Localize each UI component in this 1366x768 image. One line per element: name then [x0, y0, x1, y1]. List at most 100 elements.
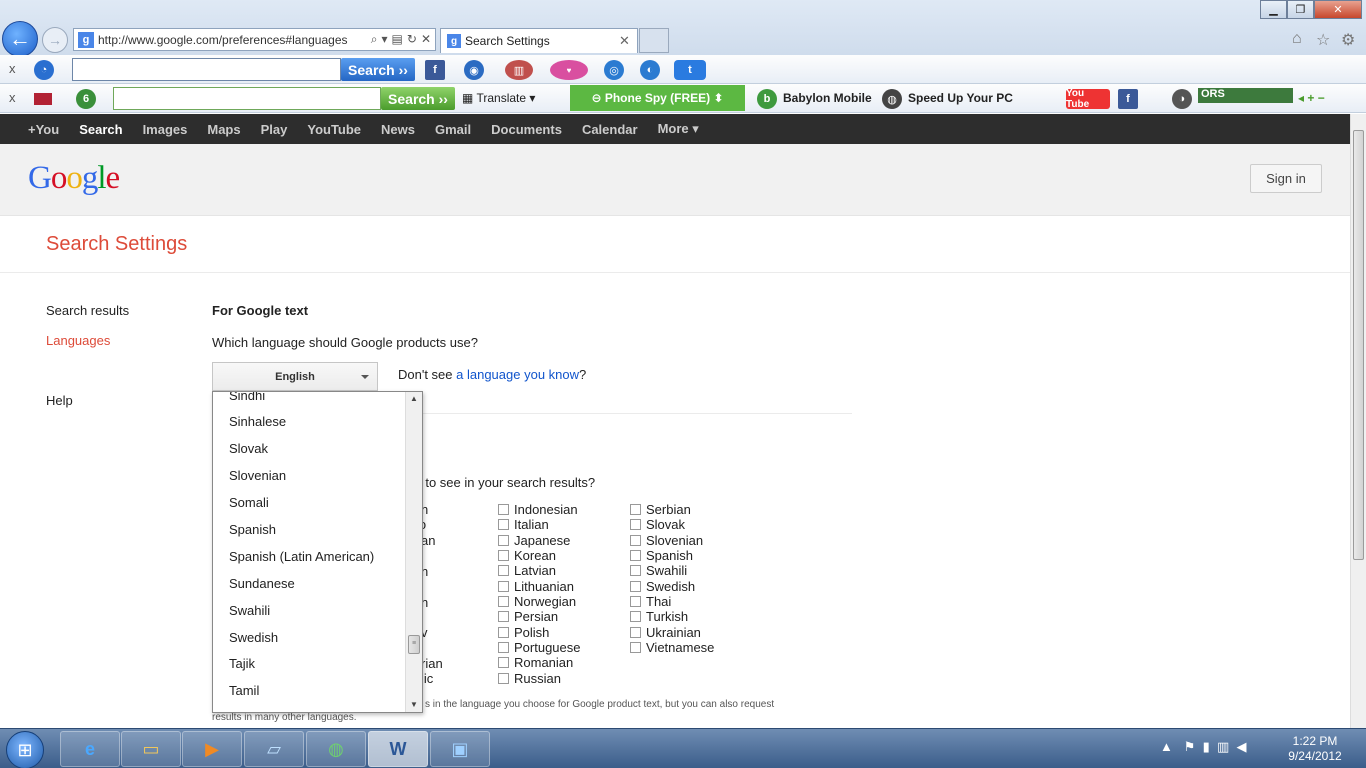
new-tab-button[interactable] [639, 28, 669, 53]
language-dropdown-list[interactable]: Sindhi Sinhalese Slovak Slovenian Somali… [212, 391, 423, 713]
dropdown-option[interactable]: Sindhi [229, 392, 265, 403]
facebook-icon[interactable]: f [425, 60, 445, 80]
leaf-logo-icon[interactable]: 6 [76, 89, 96, 109]
google-logo[interactable]: Google [28, 160, 120, 197]
babylon-mobile-icon[interactable]: b [757, 89, 777, 109]
dropdown-option[interactable]: Spanish [229, 522, 276, 537]
gbar-item-search[interactable]: Search [79, 122, 122, 137]
action-center-flag-icon[interactable]: ⚑ [1184, 739, 1196, 754]
nav-search-results[interactable]: Search results [46, 303, 129, 318]
tab-search-settings[interactable]: g Search Settings ✕ [440, 28, 638, 53]
gbar-item-news[interactable]: News [381, 122, 415, 137]
checkbox[interactable] [498, 611, 509, 622]
gbar-item-plus-you[interactable]: +You [28, 122, 59, 137]
home-icon[interactable]: ⌂ [1292, 30, 1302, 48]
checkbox-spanish[interactable]: Spanish [630, 548, 693, 563]
nav-languages[interactable]: Languages [46, 333, 110, 348]
twitter-youtube-icon[interactable]: t [674, 60, 706, 80]
toolbar-search-input[interactable] [72, 58, 341, 81]
toolbar2-search-button[interactable]: Search ›› [381, 87, 455, 110]
checkbox-portuguese[interactable]: Portuguese [498, 640, 581, 655]
taskbar-internet-explorer[interactable]: e [60, 731, 120, 767]
checkbox-thai[interactable]: Thai [630, 594, 671, 609]
gbar-item-maps[interactable]: Maps [207, 122, 240, 137]
checkbox[interactable] [630, 642, 641, 653]
checkbox[interactable] [630, 611, 641, 622]
taskbar-notepad[interactable]: ▱ [244, 731, 304, 767]
checkbox-serbian[interactable]: Serbian [630, 502, 691, 517]
speedometer-icon[interactable]: ◍ [882, 89, 902, 109]
sign-in-button[interactable]: Sign in [1250, 164, 1322, 193]
checkbox-swedish[interactable]: Swedish [630, 579, 695, 594]
checkbox[interactable] [630, 504, 641, 515]
babylon-mobile-link[interactable]: Babylon Mobile [783, 91, 872, 105]
gbar-item-youtube[interactable]: YouTube [307, 122, 361, 137]
refresh-circle-icon[interactable]: ◐ [640, 60, 660, 80]
checkbox-vietnamese[interactable]: Vietnamese [630, 640, 714, 655]
address-bar[interactable]: g http://www.google.com/preferences#lang… [73, 28, 436, 51]
start-button[interactable]: ⊞ [6, 731, 44, 768]
checkbox-persian[interactable]: Persian [498, 609, 558, 624]
taskbar-file-explorer[interactable]: ▭ [121, 731, 181, 767]
dropdown-scrollbar[interactable]: ▲ ≡ ▼ [405, 392, 422, 712]
back-button[interactable]: ← [2, 21, 38, 57]
checkbox[interactable] [630, 596, 641, 607]
language-you-know-link[interactable]: a language you know [456, 367, 579, 382]
checkbox[interactable] [498, 627, 509, 638]
language-select[interactable]: English [212, 362, 378, 391]
gbar-item-images[interactable]: Images [143, 122, 188, 137]
babylon-logo-icon[interactable]: ◔ [34, 60, 54, 80]
checkbox-korean[interactable]: Korean [498, 548, 556, 563]
taskbar-media-player[interactable]: ▶ [182, 731, 242, 767]
taskbar-word[interactable]: W [368, 731, 428, 767]
checkbox[interactable] [630, 581, 641, 592]
checkbox-italian[interactable]: Italian [498, 517, 549, 532]
globe-icon[interactable]: ◎ [604, 60, 624, 80]
scroll-up-icon[interactable]: ▲ [410, 394, 418, 403]
taskbar-clock[interactable]: 1:22 PM 9/24/2012 [1280, 734, 1350, 764]
toolbar2-search-input[interactable] [113, 87, 381, 110]
speed-up-pc-link[interactable]: Speed Up Your PC [908, 91, 1013, 105]
dropdown-option[interactable]: Swahili [229, 603, 270, 618]
checkbox[interactable] [630, 550, 641, 561]
minimize-button[interactable]: ▁ [1260, 0, 1287, 19]
dropdown-option[interactable]: Tamil [229, 683, 259, 698]
dropdown-option[interactable]: Swedish [229, 630, 278, 645]
dropdown-option[interactable]: Slovenian [229, 468, 286, 483]
checkbox[interactable] [498, 673, 509, 684]
checkbox[interactable] [498, 596, 509, 607]
facebook-icon[interactable]: f [1118, 89, 1138, 109]
checkbox[interactable] [498, 642, 509, 653]
forward-button[interactable]: → [42, 27, 68, 53]
lock-icon[interactable]: ◉ [464, 60, 484, 80]
taskbar-globe-app[interactable]: ◍ [306, 731, 366, 767]
checkbox-lithuanian[interactable]: Lithuanian [498, 579, 574, 594]
favorites-star-icon[interactable]: ☆ [1316, 30, 1330, 50]
gbar-item-calendar[interactable]: Calendar [582, 122, 638, 137]
headset-icon[interactable]: ◑ [1172, 89, 1192, 109]
dropdown-option[interactable]: Tajik [229, 656, 255, 671]
network-icon[interactable]: ▥ [1217, 739, 1229, 754]
checkbox[interactable] [630, 519, 641, 530]
checkbox[interactable] [498, 550, 509, 561]
checkbox[interactable] [498, 581, 509, 592]
checkbox-ukrainian[interactable]: Ukrainian [630, 625, 701, 640]
gbar-item-documents[interactable]: Documents [491, 122, 562, 137]
translate-button[interactable]: ▦ Translate ▾ [462, 91, 535, 105]
search-icon[interactable]: ⌕ [371, 32, 378, 47]
close-toolbar-icon[interactable]: x [9, 61, 16, 76]
close-window-button[interactable]: ✕ [1314, 0, 1362, 19]
youtube-button[interactable]: You Tube [1066, 88, 1110, 110]
tab-close-icon[interactable]: ✕ [619, 33, 637, 49]
us-flag-icon[interactable] [34, 93, 52, 105]
checkbox[interactable] [498, 565, 509, 576]
battery-icon[interactable]: ▮ [1203, 739, 1210, 754]
nav-help[interactable]: Help [46, 393, 73, 408]
gbar-item-gmail[interactable]: Gmail [435, 122, 471, 137]
checkbox[interactable] [498, 657, 509, 668]
toolbar-search-button[interactable]: Search ›› [341, 58, 415, 81]
checkbox-indonesian[interactable]: Indonesian [498, 502, 578, 517]
gbar-item-play[interactable]: Play [261, 122, 288, 137]
checkbox[interactable] [498, 504, 509, 515]
show-hidden-icons-icon[interactable]: ▲ [1160, 739, 1173, 754]
